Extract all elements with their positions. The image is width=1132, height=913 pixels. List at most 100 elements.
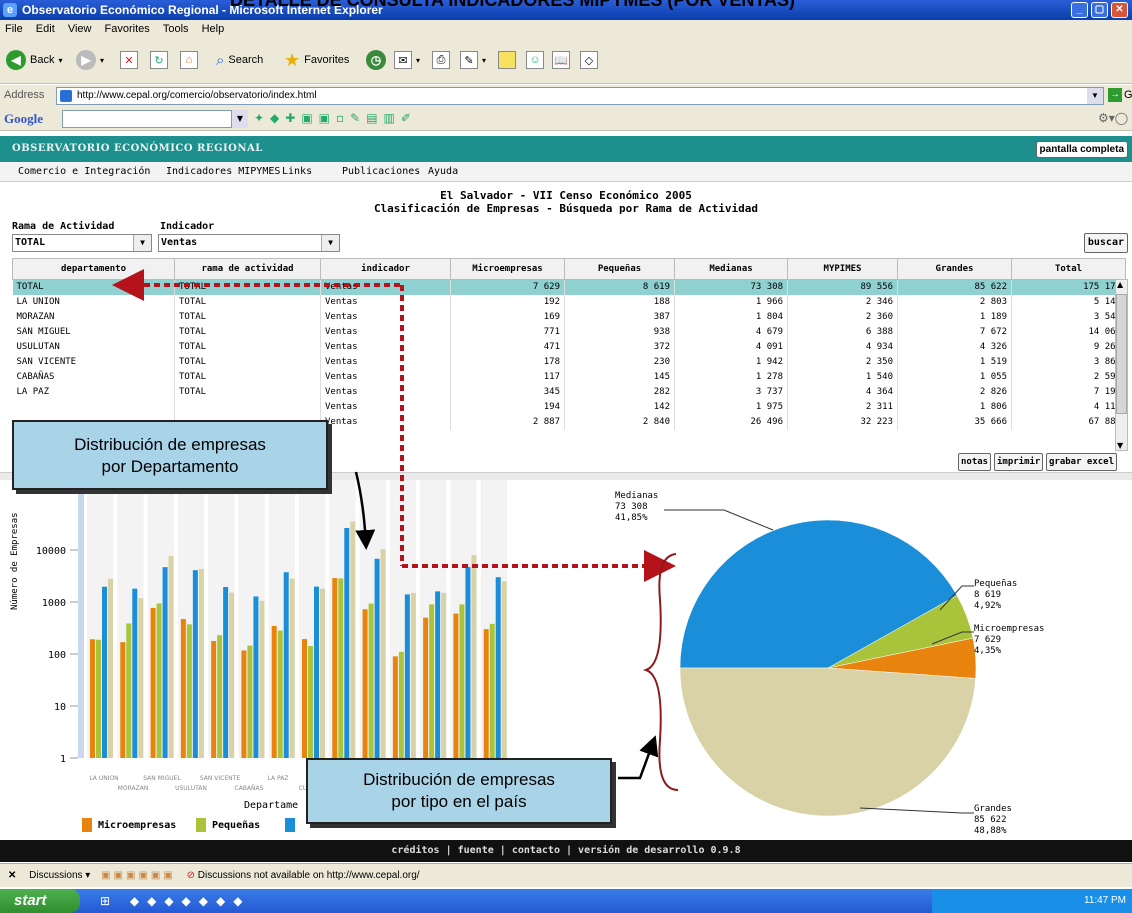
column-header[interactable]: Microempresas [450, 258, 565, 280]
footer-fuente[interactable]: fuente [458, 845, 494, 856]
discussion-tools-icons[interactable]: ▣▣▣▣▣▣ [101, 870, 176, 881]
bar[interactable] [126, 623, 132, 758]
back-button[interactable]: ◀ Back ▾ [6, 48, 62, 72]
bar[interactable] [192, 570, 198, 758]
bar[interactable] [374, 558, 380, 758]
close-window-button[interactable]: ✕ [1111, 2, 1128, 18]
bar[interactable] [247, 645, 253, 758]
nav-ayuda[interactable]: Ayuda [428, 162, 458, 182]
start-button[interactable]: start [0, 889, 80, 913]
history-button[interactable]: ◷ [366, 48, 386, 72]
column-header[interactable]: Pequeñas [564, 258, 675, 280]
minimize-button[interactable]: _ [1071, 2, 1088, 18]
stop-button[interactable]: ✕ [120, 48, 138, 72]
bar[interactable] [471, 555, 477, 758]
bar[interactable] [489, 623, 495, 758]
maximize-button[interactable]: ▢ [1091, 2, 1108, 18]
indicador-select[interactable]: Ventas ▼ [158, 234, 340, 252]
column-header[interactable]: Medianas [674, 258, 788, 280]
favorites-button[interactable]: ★ Favorites [284, 48, 349, 72]
bar[interactable] [277, 630, 283, 758]
menu-file[interactable]: File [5, 23, 23, 35]
bar[interactable] [429, 604, 435, 758]
bar[interactable] [410, 592, 416, 758]
bar[interactable] [253, 596, 259, 758]
bar[interactable] [368, 603, 374, 758]
bar[interactable] [338, 578, 344, 758]
bar[interactable] [308, 646, 313, 758]
bar[interactable] [223, 587, 229, 758]
buscar-button[interactable]: buscar [1083, 233, 1128, 253]
messenger-button[interactable]: ☺ [526, 48, 544, 72]
bar[interactable] [495, 577, 501, 758]
bar[interactable] [168, 555, 174, 758]
quick-launch-icons[interactable]: ⊞ ◆◆◆◆◆◆◆ [100, 894, 250, 908]
forward-button[interactable]: ▶ ▾ [76, 48, 104, 72]
fullscreen-button[interactable]: pantalla completa [1035, 141, 1128, 158]
bar[interactable] [259, 600, 265, 758]
bar[interactable] [132, 588, 138, 758]
bar[interactable] [271, 626, 277, 758]
mail-button[interactable]: ✉ ▾ [394, 48, 420, 72]
bar[interactable] [404, 594, 410, 758]
scroll-thumb[interactable] [1116, 294, 1127, 414]
print-button[interactable]: ⎙ [432, 48, 450, 72]
bar[interactable] [314, 586, 319, 758]
rama-select[interactable]: TOTAL ▼ [12, 234, 152, 252]
menu-favorites[interactable]: Favorites [105, 23, 150, 35]
bar[interactable] [465, 567, 471, 758]
research-button[interactable]: 📖 [552, 48, 570, 72]
column-header[interactable]: Grandes [897, 258, 1012, 280]
bar[interactable] [392, 656, 398, 758]
notas-button[interactable]: notas [958, 453, 992, 471]
bar[interactable] [180, 619, 186, 758]
column-header[interactable]: MYPIMES [787, 258, 898, 280]
address-dropdown-icon[interactable]: ▼ [1087, 88, 1103, 104]
table-row[interactable]: Ventas 194 142 1 975 2 311 1 806 4 117 [12, 399, 1126, 415]
bar[interactable] [138, 598, 144, 758]
bar[interactable] [423, 617, 429, 758]
bar[interactable] [186, 624, 192, 758]
nav-indicadores[interactable]: Indicadores MIPYMES [166, 162, 280, 182]
bar[interactable] [344, 527, 350, 758]
table-row[interactable]: LA UNION TOTAL Ventas 192 188 1 966 2 346 2 803… [12, 294, 1126, 310]
grabar-excel-button[interactable]: grabar excel [1046, 453, 1118, 471]
footer-contacto[interactable]: contacto [512, 845, 560, 856]
table-scrollbar[interactable]: ▲ ▼ [1115, 279, 1128, 451]
table-row[interactable]: LA PAZ TOTAL Ventas 345 282 3 737 4 364 2 826 7 … [12, 384, 1126, 400]
footer-creditos[interactable]: créditos [391, 845, 439, 856]
column-header[interactable]: departamento [12, 258, 175, 280]
bar[interactable] [96, 639, 101, 758]
go-button[interactable]: → Go [1108, 88, 1132, 102]
bar[interactable] [459, 604, 465, 758]
notes-button[interactable] [498, 48, 516, 72]
bar[interactable] [441, 592, 447, 758]
bar[interactable] [156, 603, 162, 758]
discussions-menu[interactable]: Discussions ▾ [29, 870, 90, 881]
column-header[interactable]: Total [1011, 258, 1126, 280]
bar[interactable] [211, 640, 217, 758]
search-button[interactable]: ⌕ Search [216, 48, 263, 72]
bar[interactable] [217, 635, 223, 758]
google-dropdown-icon[interactable]: ▼ [232, 110, 248, 128]
bar[interactable] [350, 521, 356, 758]
bar[interactable] [453, 613, 459, 758]
menu-view[interactable]: View [68, 23, 92, 35]
table-row[interactable]: SAN MIGUEL TOTAL Ventas 771 938 4 679 6 388 7 6… [12, 324, 1126, 340]
scroll-down-icon[interactable]: ▼ [1117, 441, 1123, 450]
bar[interactable] [198, 568, 204, 758]
nav-publicaciones[interactable]: Publicaciones [342, 162, 420, 182]
column-header[interactable]: rama de actividad [174, 258, 321, 280]
address-input[interactable]: http://www.cepal.org/comercio/observator… [56, 87, 1104, 105]
bar[interactable] [108, 578, 113, 758]
menu-tools[interactable]: Tools [163, 23, 189, 35]
bar[interactable] [501, 581, 507, 758]
bar[interactable] [398, 651, 404, 758]
bar[interactable] [90, 639, 95, 758]
refresh-button[interactable]: ↻ [150, 48, 168, 72]
bar[interactable] [102, 586, 107, 758]
bar[interactable] [320, 588, 325, 758]
nav-comercio[interactable]: Comercio e Integración [18, 162, 150, 182]
bar[interactable] [120, 642, 126, 758]
table-row[interactable]: CABAÑAS TOTAL Ventas 117 145 1 278 1 540 1 055 2… [12, 369, 1126, 385]
